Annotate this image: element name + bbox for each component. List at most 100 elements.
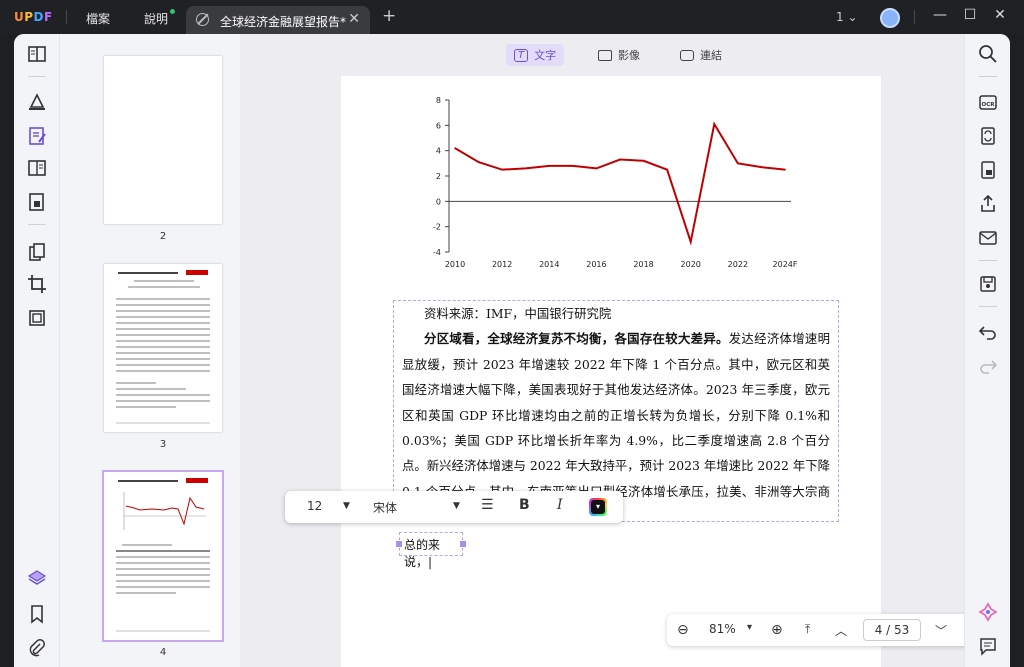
data-point (501, 168, 503, 171)
divider (979, 76, 997, 77)
font-size-select[interactable]: 12 (307, 499, 322, 513)
organize-pages-icon[interactable] (27, 242, 47, 262)
first-page-icon[interactable]: ⤒ (805, 622, 810, 637)
title-bar: UPDF 檔案 說明 全球经济金融展望报告* ✕ + 1 ⌄ — ☐ ✕ (0, 0, 1024, 34)
italic-button[interactable]: I (557, 497, 563, 513)
data-point (737, 162, 739, 165)
data-point (642, 160, 645, 162)
text-icon: T (514, 48, 529, 62)
page-thumbnail-selected[interactable] (102, 470, 224, 642)
mail-icon[interactable] (978, 228, 998, 248)
comment-icon[interactable] (27, 92, 47, 112)
mode-link[interactable]: 連結 (672, 44, 730, 66)
divider (66, 10, 67, 24)
crop-icon[interactable] (27, 274, 47, 294)
mode-text[interactable]: T 文字 (506, 44, 565, 66)
y-tick-label: -4 (433, 248, 441, 257)
y-tick-label: -2 (433, 223, 441, 232)
avatar[interactable] (880, 8, 900, 28)
divider (979, 306, 997, 307)
pdf-page: 8 6 4 2 0 -2 -4 2010 2012 2014 2016 2018 2020 2022 202… (341, 76, 881, 667)
data-point (666, 168, 668, 171)
text-block[interactable]: 资料来源：IMF，中国银行研究院 分区域看，全球经济复苏不均衡，各国存在较大差异… (393, 300, 839, 522)
zoom-out-icon[interactable]: ⊖ (677, 622, 689, 638)
window-count[interactable]: 1 ⌄ (836, 10, 858, 24)
form-icon[interactable] (27, 158, 47, 178)
zoom-bar: ⊖ 81% ▾ ⊕ ⤒ ︿ 4 / 53 ﹀ ⤓ ✕ (667, 614, 1010, 646)
ai-assistant-icon[interactable] (978, 602, 998, 622)
document-area: T 文字 影像 連結 8 6 4 2 0 -2 -4 2010 2012 2014 2016 2018 2… (240, 34, 1010, 667)
document-tab-title: 全球经济金融展望报告* (220, 15, 347, 29)
align-icon[interactable]: ☰ (481, 497, 494, 513)
data-point (760, 166, 763, 168)
source-line: 资料来源：IMF，中国银行研究院 (424, 306, 612, 321)
mode-image[interactable]: 影像 (590, 44, 648, 66)
redo-icon[interactable] (978, 356, 998, 376)
x-tick-label: 2010 (445, 260, 465, 269)
watermark-icon[interactable] (27, 308, 47, 328)
reader-icon[interactable] (27, 44, 47, 64)
new-tab-button[interactable]: + (382, 6, 396, 26)
search-icon[interactable] (978, 44, 998, 64)
update-dot (170, 9, 175, 14)
paragraph-lead: 分区域看，全球经济复苏不均衡，各国存在较大差异。 (424, 331, 729, 347)
page-tools-icon[interactable] (27, 192, 47, 212)
bookmark-icon[interactable] (27, 604, 47, 624)
y-tick-label: 0 (436, 197, 441, 206)
undo-icon[interactable] (978, 322, 998, 342)
bold-button[interactable]: B (519, 497, 530, 513)
thumbnail-panel: 2 3 4 (60, 34, 240, 667)
share-icon[interactable] (978, 194, 998, 214)
document-tab[interactable]: 全球经济金融展望报告* ✕ (186, 6, 370, 34)
summary-text-box[interactable]: 总的来说，| (399, 532, 463, 569)
y-tick-label: 8 (436, 96, 441, 105)
edit-pdf-icon[interactable] (27, 126, 47, 146)
previous-page-icon[interactable]: ︿ (835, 622, 847, 639)
ocr-icon[interactable]: OCR (978, 92, 998, 112)
right-toolbar: OCR (964, 34, 1010, 667)
page-thumbnail[interactable] (104, 56, 222, 224)
divider (28, 224, 46, 225)
page-number-input[interactable]: 4 / 53 (863, 619, 921, 641)
zoom-dropdown-icon[interactable]: ▾ (747, 622, 752, 633)
x-tick-label: 2016 (586, 260, 606, 269)
font-family-select[interactable]: 宋体 (373, 499, 397, 516)
zoom-level[interactable]: 81% (709, 622, 736, 636)
save-icon[interactable] (978, 274, 998, 294)
x-tick-label: 2024F (773, 260, 798, 269)
page-thumbnail-label: 4 (159, 647, 167, 658)
main-window: 2 3 4 T 文字 影像 連結 8 6 4 2 0 -2 -4 2010 20… (14, 34, 1010, 667)
chevron-down-icon[interactable]: ▼ (343, 501, 350, 511)
layers-icon[interactable] (27, 568, 47, 588)
maximize-button[interactable]: ☐ (960, 7, 980, 23)
comment-panel-icon[interactable] (978, 636, 998, 656)
attachment-icon[interactable] (27, 638, 47, 658)
zoom-in-icon[interactable]: ⊕ (771, 622, 783, 638)
x-tick-label: 2020 (681, 260, 701, 269)
document-tab-icon (196, 13, 209, 26)
protect-icon[interactable] (978, 160, 998, 180)
convert-icon[interactable] (978, 126, 998, 146)
app-logo: UPDF (14, 10, 53, 24)
text-color-picker[interactable]: ▾ (589, 498, 607, 516)
tab-close-icon[interactable]: ✕ (348, 11, 360, 27)
next-page-icon[interactable]: ﹀ (935, 622, 947, 639)
resize-handle[interactable] (396, 541, 402, 547)
menu-file[interactable]: 檔案 (86, 10, 110, 27)
data-point (572, 165, 574, 167)
menu-help[interactable]: 說明 (144, 10, 168, 27)
chevron-down-icon[interactable]: ▼ (453, 501, 460, 511)
close-window-button[interactable]: ✕ (990, 7, 1010, 23)
page-thumbnail[interactable] (104, 264, 222, 432)
chevron-down-icon: ⌄ (847, 10, 858, 24)
data-point (619, 158, 621, 161)
minimize-button[interactable]: — (930, 7, 950, 23)
divider (914, 10, 915, 24)
divider (979, 260, 997, 261)
page-thumbnail-label: 3 (159, 439, 167, 450)
svg-text:OCR: OCR (982, 102, 996, 108)
data-point (454, 147, 456, 149)
divider (28, 76, 46, 77)
image-icon (598, 49, 612, 61)
resize-handle[interactable] (460, 541, 466, 547)
